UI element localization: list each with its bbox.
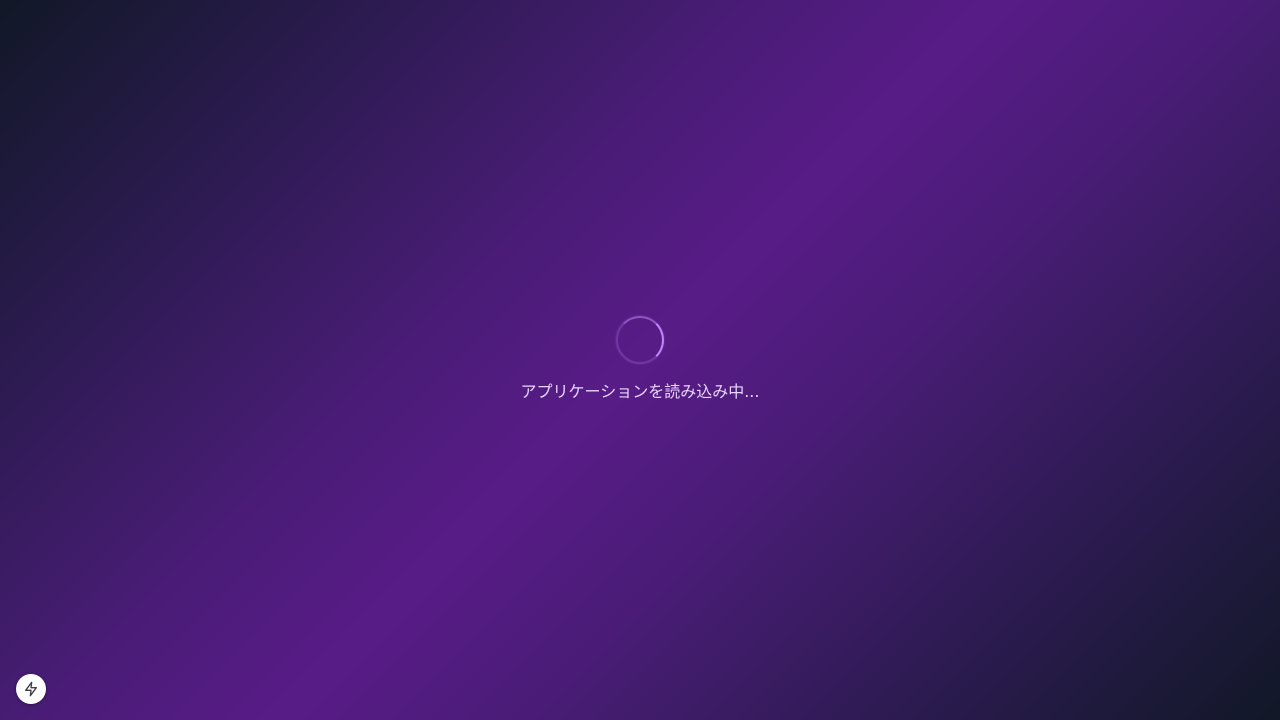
- loading-spinner-icon: [616, 316, 664, 364]
- dev-tools-button[interactable]: [16, 674, 46, 704]
- loading-screen: アプリケーションを読み込み中...: [0, 0, 1280, 720]
- lightning-bolt-icon: [23, 681, 39, 697]
- loading-text: アプリケーションを読み込み中...: [520, 382, 760, 401]
